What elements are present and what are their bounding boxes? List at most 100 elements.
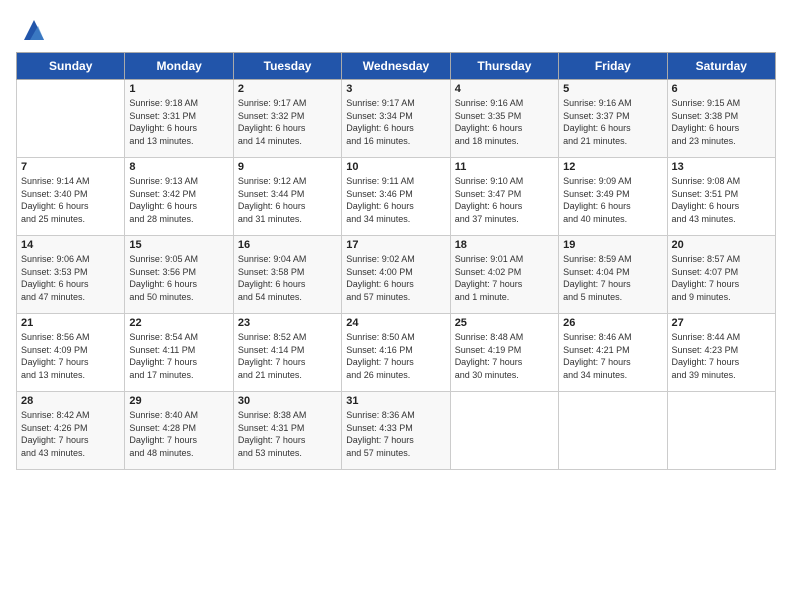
day-number: 18 <box>455 239 554 251</box>
calendar-cell: 20 Sunrise: 8:57 AM Sunset: 4:07 PM Dayli… <box>667 236 775 314</box>
day-info: Sunrise: 9:16 AM Sunset: 3:35 PM Dayligh… <box>455 97 554 147</box>
day-header-wednesday: Wednesday <box>342 53 450 80</box>
day-number: 27 <box>672 317 771 329</box>
calendar-cell: 25 Sunrise: 8:48 AM Sunset: 4:19 PM Dayli… <box>450 314 558 392</box>
day-info: Sunrise: 9:09 AM Sunset: 3:49 PM Dayligh… <box>563 175 662 225</box>
day-info: Sunrise: 8:40 AM Sunset: 4:28 PM Dayligh… <box>129 409 228 459</box>
day-number: 10 <box>346 161 445 173</box>
day-info: Sunrise: 8:54 AM Sunset: 4:11 PM Dayligh… <box>129 331 228 381</box>
day-number: 25 <box>455 317 554 329</box>
day-info: Sunrise: 9:08 AM Sunset: 3:51 PM Dayligh… <box>672 175 771 225</box>
day-info: Sunrise: 9:18 AM Sunset: 3:31 PM Dayligh… <box>129 97 228 147</box>
day-header-monday: Monday <box>125 53 233 80</box>
calendar-cell: 4 Sunrise: 9:16 AM Sunset: 3:35 PM Daylig… <box>450 80 558 158</box>
day-number: 19 <box>563 239 662 251</box>
day-number: 2 <box>238 83 337 95</box>
day-info: Sunrise: 9:15 AM Sunset: 3:38 PM Dayligh… <box>672 97 771 147</box>
calendar-cell: 29 Sunrise: 8:40 AM Sunset: 4:28 PM Dayli… <box>125 392 233 470</box>
week-row-2: 7 Sunrise: 9:14 AM Sunset: 3:40 PM Daylig… <box>17 158 776 236</box>
calendar-cell: 7 Sunrise: 9:14 AM Sunset: 3:40 PM Daylig… <box>17 158 125 236</box>
calendar-cell: 27 Sunrise: 8:44 AM Sunset: 4:23 PM Dayli… <box>667 314 775 392</box>
calendar-table: SundayMondayTuesdayWednesdayThursdayFrid… <box>16 52 776 470</box>
day-info: Sunrise: 9:17 AM Sunset: 3:34 PM Dayligh… <box>346 97 445 147</box>
day-number: 1 <box>129 83 228 95</box>
day-number: 11 <box>455 161 554 173</box>
calendar-cell: 30 Sunrise: 8:38 AM Sunset: 4:31 PM Dayli… <box>233 392 341 470</box>
calendar-cell: 31 Sunrise: 8:36 AM Sunset: 4:33 PM Dayli… <box>342 392 450 470</box>
day-info: Sunrise: 8:38 AM Sunset: 4:31 PM Dayligh… <box>238 409 337 459</box>
calendar-cell: 12 Sunrise: 9:09 AM Sunset: 3:49 PM Dayli… <box>559 158 667 236</box>
page: SundayMondayTuesdayWednesdayThursdayFrid… <box>0 0 792 612</box>
calendar-cell: 1 Sunrise: 9:18 AM Sunset: 3:31 PM Daylig… <box>125 80 233 158</box>
day-header-sunday: Sunday <box>17 53 125 80</box>
day-info: Sunrise: 9:10 AM Sunset: 3:47 PM Dayligh… <box>455 175 554 225</box>
calendar-cell: 24 Sunrise: 8:50 AM Sunset: 4:16 PM Dayli… <box>342 314 450 392</box>
calendar-cell: 15 Sunrise: 9:05 AM Sunset: 3:56 PM Dayli… <box>125 236 233 314</box>
day-number: 6 <box>672 83 771 95</box>
day-number: 14 <box>21 239 120 251</box>
day-info: Sunrise: 9:11 AM Sunset: 3:46 PM Dayligh… <box>346 175 445 225</box>
day-number: 16 <box>238 239 337 251</box>
day-number: 21 <box>21 317 120 329</box>
day-number: 30 <box>238 395 337 407</box>
calendar-cell: 13 Sunrise: 9:08 AM Sunset: 3:51 PM Dayli… <box>667 158 775 236</box>
calendar-cell <box>667 392 775 470</box>
day-info: Sunrise: 9:02 AM Sunset: 4:00 PM Dayligh… <box>346 253 445 303</box>
calendar-cell: 9 Sunrise: 9:12 AM Sunset: 3:44 PM Daylig… <box>233 158 341 236</box>
calendar-cell: 17Sunrise: 9:02 AM Sunset: 4:00 PM Dayli… <box>342 236 450 314</box>
day-info: Sunrise: 9:01 AM Sunset: 4:02 PM Dayligh… <box>455 253 554 303</box>
day-number: 22 <box>129 317 228 329</box>
week-row-4: 21Sunrise: 8:56 AM Sunset: 4:09 PM Dayli… <box>17 314 776 392</box>
day-header-saturday: Saturday <box>667 53 775 80</box>
day-info: Sunrise: 9:05 AM Sunset: 3:56 PM Dayligh… <box>129 253 228 303</box>
day-info: Sunrise: 9:13 AM Sunset: 3:42 PM Dayligh… <box>129 175 228 225</box>
day-number: 23 <box>238 317 337 329</box>
day-info: Sunrise: 9:06 AM Sunset: 3:53 PM Dayligh… <box>21 253 120 303</box>
calendar-cell: 10 Sunrise: 9:11 AM Sunset: 3:46 PM Dayli… <box>342 158 450 236</box>
day-info: Sunrise: 8:57 AM Sunset: 4:07 PM Dayligh… <box>672 253 771 303</box>
day-info: Sunrise: 8:52 AM Sunset: 4:14 PM Dayligh… <box>238 331 337 381</box>
day-number: 12 <box>563 161 662 173</box>
day-number: 9 <box>238 161 337 173</box>
day-number: 28 <box>21 395 120 407</box>
day-info: Sunrise: 9:12 AM Sunset: 3:44 PM Dayligh… <box>238 175 337 225</box>
day-header-tuesday: Tuesday <box>233 53 341 80</box>
day-number: 7 <box>21 161 120 173</box>
day-info: Sunrise: 8:48 AM Sunset: 4:19 PM Dayligh… <box>455 331 554 381</box>
day-number: 4 <box>455 83 554 95</box>
day-number: 29 <box>129 395 228 407</box>
calendar-cell: 28Sunrise: 8:42 AM Sunset: 4:26 PM Dayli… <box>17 392 125 470</box>
day-info: Sunrise: 8:44 AM Sunset: 4:23 PM Dayligh… <box>672 331 771 381</box>
calendar-cell: 19 Sunrise: 8:59 AM Sunset: 4:04 PM Dayli… <box>559 236 667 314</box>
calendar-cell: 16 Sunrise: 9:04 AM Sunset: 3:58 PM Dayli… <box>233 236 341 314</box>
day-number: 15 <box>129 239 228 251</box>
day-info: Sunrise: 9:04 AM Sunset: 3:58 PM Dayligh… <box>238 253 337 303</box>
header <box>16 16 776 44</box>
day-number: 13 <box>672 161 771 173</box>
day-number: 24 <box>346 317 445 329</box>
week-row-1: 1 Sunrise: 9:18 AM Sunset: 3:31 PM Daylig… <box>17 80 776 158</box>
day-number: 31 <box>346 395 445 407</box>
calendar-cell: 3Sunrise: 9:17 AM Sunset: 3:34 PM Daylig… <box>342 80 450 158</box>
calendar-cell: 6 Sunrise: 9:15 AM Sunset: 3:38 PM Daylig… <box>667 80 775 158</box>
week-row-5: 28Sunrise: 8:42 AM Sunset: 4:26 PM Dayli… <box>17 392 776 470</box>
day-info: Sunrise: 8:46 AM Sunset: 4:21 PM Dayligh… <box>563 331 662 381</box>
day-number: 20 <box>672 239 771 251</box>
day-info: Sunrise: 8:36 AM Sunset: 4:33 PM Dayligh… <box>346 409 445 459</box>
calendar-cell: 18 Sunrise: 9:01 AM Sunset: 4:02 PM Dayli… <box>450 236 558 314</box>
calendar-cell: 11 Sunrise: 9:10 AM Sunset: 3:47 PM Dayli… <box>450 158 558 236</box>
calendar-cell: 8Sunrise: 9:13 AM Sunset: 3:42 PM Daylig… <box>125 158 233 236</box>
day-header-friday: Friday <box>559 53 667 80</box>
day-info: Sunrise: 9:17 AM Sunset: 3:32 PM Dayligh… <box>238 97 337 147</box>
calendar-cell: 23 Sunrise: 8:52 AM Sunset: 4:14 PM Dayli… <box>233 314 341 392</box>
day-info: Sunrise: 8:50 AM Sunset: 4:16 PM Dayligh… <box>346 331 445 381</box>
calendar-cell: 14 Sunrise: 9:06 AM Sunset: 3:53 PM Dayli… <box>17 236 125 314</box>
calendar-cell: 21Sunrise: 8:56 AM Sunset: 4:09 PM Dayli… <box>17 314 125 392</box>
calendar-cell <box>559 392 667 470</box>
day-info: Sunrise: 8:59 AM Sunset: 4:04 PM Dayligh… <box>563 253 662 303</box>
logo-icon <box>20 16 48 44</box>
day-info: Sunrise: 9:16 AM Sunset: 3:37 PM Dayligh… <box>563 97 662 147</box>
day-info: Sunrise: 9:14 AM Sunset: 3:40 PM Dayligh… <box>21 175 120 225</box>
day-number: 5 <box>563 83 662 95</box>
day-number: 26 <box>563 317 662 329</box>
